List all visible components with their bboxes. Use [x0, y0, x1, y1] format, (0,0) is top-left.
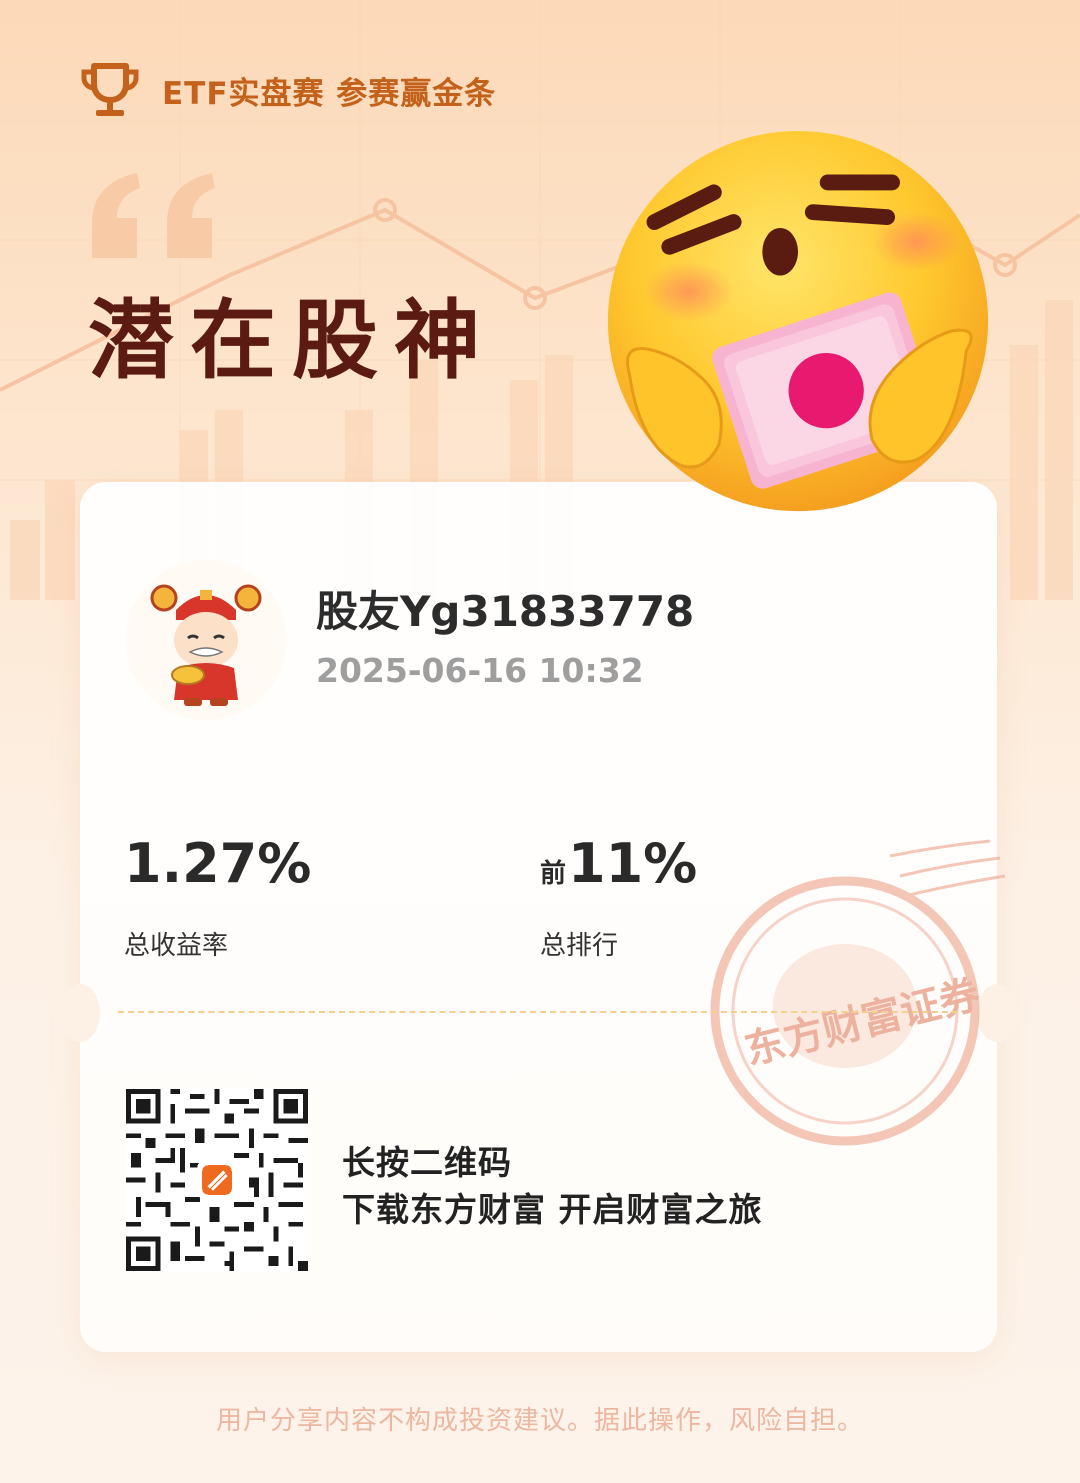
download-qr-code[interactable] [126, 1089, 308, 1271]
quote-mark-icon [92, 173, 215, 258]
total-return-label: 总收益率 [124, 931, 229, 961]
money-hug-emoji-icon [607, 130, 989, 512]
avatar[interactable] [126, 560, 286, 720]
header-text: ETF实盘赛 参赛赢金条 [162, 75, 497, 112]
disclaimer-text: 用户分享内容不构成投资建议。据此操作，风险自担。 [215, 1406, 864, 1436]
username: 股友Yg31833778 [316, 587, 695, 636]
card-notch-left [60, 984, 100, 1042]
cta-line-1: 长按二维码 [342, 1143, 512, 1182]
page-title: 潜在股神 [88, 290, 496, 391]
rank-percent: 11% [568, 832, 698, 895]
total-rank-label: 总排行 [540, 931, 619, 961]
share-datetime: 2025-06-16 10:32 [316, 651, 644, 690]
event-header: ETF实盘赛 参赛赢金条 [80, 62, 496, 118]
trophy-icon [81, 63, 139, 116]
card-divider [118, 1011, 958, 1013]
total-rank-value: 前11% [540, 832, 697, 895]
company-stamp-icon: 东方财富证券 [710, 839, 1006, 1146]
god-of-wealth-avatar-icon [150, 584, 262, 706]
rank-prefix: 前 [540, 859, 567, 889]
cta-line-2: 下载东方财富 开启财富之旅 [342, 1190, 763, 1229]
total-return-value: 1.27% [124, 832, 312, 895]
